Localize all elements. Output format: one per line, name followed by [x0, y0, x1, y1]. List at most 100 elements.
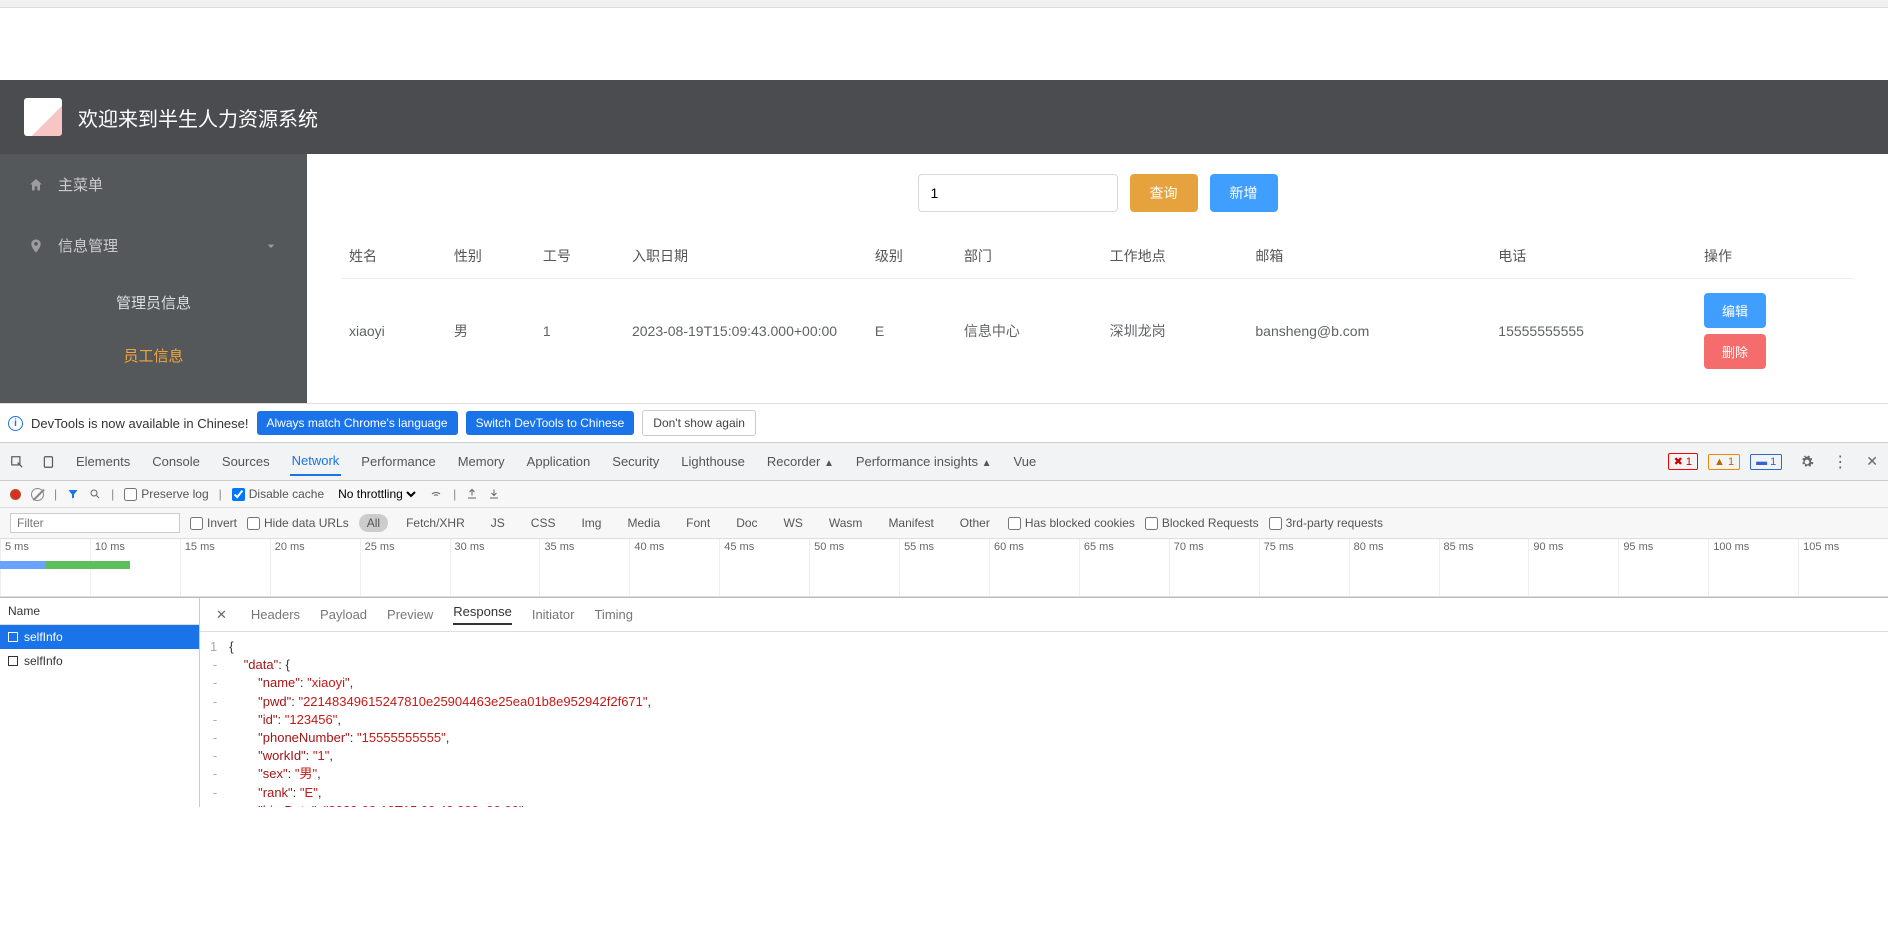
error-badge[interactable]: ✖ 1 [1668, 453, 1698, 470]
toolbar: 查询 新增 [341, 174, 1854, 212]
query-button[interactable]: 查询 [1130, 174, 1198, 212]
sidebar-sub-admin[interactable]: 管理员信息 [0, 276, 307, 329]
tick: 20 ms [270, 539, 360, 596]
download-icon[interactable] [488, 488, 500, 500]
th-email: 邮箱 [1247, 234, 1490, 279]
response-body[interactable]: 1---------- { "data": { "name": "xiaoyi"… [200, 632, 1888, 807]
upload-icon[interactable] [466, 488, 478, 500]
chip-doc[interactable]: Doc [728, 514, 765, 532]
tick: 75 ms [1259, 539, 1349, 596]
tab-preview[interactable]: Preview [387, 607, 433, 622]
tick: 65 ms [1079, 539, 1169, 596]
close-icon[interactable]: ✕ [1866, 453, 1878, 470]
chip-js[interactable]: JS [483, 514, 513, 532]
sidebar-item-main[interactable]: 主菜单 [0, 154, 307, 215]
tab-initiator[interactable]: Initiator [532, 607, 575, 622]
third-party-check[interactable]: 3rd-party requests [1269, 516, 1383, 530]
timeline-bar [0, 561, 130, 569]
tick: 55 ms [899, 539, 989, 596]
chip-fetch[interactable]: Fetch/XHR [398, 514, 473, 532]
dont-show-button[interactable]: Don't show again [642, 410, 756, 436]
blocked-req-check[interactable]: Blocked Requests [1145, 516, 1259, 530]
hide-data-urls-check[interactable]: Hide data URLs [247, 516, 349, 530]
add-button[interactable]: 新增 [1210, 174, 1278, 212]
switch-cn-button[interactable]: Switch DevTools to Chinese [466, 411, 635, 435]
gear-icon[interactable] [1800, 455, 1814, 469]
tick: 85 ms [1439, 539, 1529, 596]
th-workplace: 工作地点 [1102, 234, 1248, 279]
chip-ws[interactable]: WS [776, 514, 811, 532]
tick: 40 ms [629, 539, 719, 596]
search-icon[interactable] [89, 488, 101, 500]
tab-timing[interactable]: Timing [594, 607, 633, 622]
chip-wasm[interactable]: Wasm [821, 514, 871, 532]
tab-recorder[interactable]: Recorder ▲ [765, 448, 836, 475]
tab-security[interactable]: Security [610, 448, 661, 475]
network-timeline[interactable]: 5 ms 10 ms 15 ms 20 ms 25 ms 30 ms 35 ms… [0, 539, 1888, 597]
chip-manifest[interactable]: Manifest [880, 514, 941, 532]
chip-all[interactable]: All [359, 514, 388, 532]
search-input[interactable] [918, 174, 1118, 212]
inspect-icon[interactable] [10, 455, 24, 469]
warn-badge[interactable]: ▲ 1 [1708, 454, 1740, 470]
sidebar-sub-employee[interactable]: 员工信息 [0, 329, 307, 382]
json-code: { "data": { "name": "xiaoyi", "pwd": "22… [229, 638, 651, 801]
filter-input[interactable] [10, 513, 180, 533]
disable-cache-check[interactable]: Disable cache [232, 487, 324, 501]
main-content: 查询 新增 姓名 性别 工号 入职日期 级别 部门 工作地点 邮箱 电话 操作 … [307, 154, 1888, 403]
chip-other[interactable]: Other [952, 514, 998, 532]
tick: 60 ms [989, 539, 1079, 596]
record-icon[interactable] [10, 489, 21, 500]
wifi-icon[interactable] [429, 488, 443, 500]
tab-sources[interactable]: Sources [220, 448, 272, 475]
tab-payload[interactable]: Payload [320, 607, 367, 622]
sidebar-item-info-mgmt[interactable]: 信息管理 [0, 215, 307, 276]
always-match-button[interactable]: Always match Chrome's language [257, 411, 458, 435]
request-item[interactable]: selfInfo [0, 625, 199, 649]
th-rank: 级别 [867, 234, 956, 279]
close-icon[interactable]: ✕ [212, 607, 231, 623]
square-icon [8, 656, 18, 666]
tick: 70 ms [1169, 539, 1259, 596]
tab-perf-insights[interactable]: Performance insights ▲ [854, 448, 994, 475]
blocked-cookies-check[interactable]: Has blocked cookies [1008, 516, 1135, 530]
edit-button[interactable]: 编辑 [1704, 293, 1766, 328]
request-item[interactable]: selfInfo [0, 649, 199, 673]
cell-workplace: 深圳龙岗 [1102, 279, 1248, 384]
th-workid: 工号 [535, 234, 624, 279]
invert-check[interactable]: Invert [190, 516, 237, 530]
info-icon: i [8, 416, 23, 431]
device-icon[interactable] [42, 455, 56, 469]
tick: 50 ms [809, 539, 899, 596]
throttling-select[interactable]: No throttling [334, 486, 419, 502]
sidebar-label: 信息管理 [58, 235, 118, 256]
tab-headers[interactable]: Headers [251, 607, 300, 622]
chip-media[interactable]: Media [619, 514, 668, 532]
chip-css[interactable]: CSS [523, 514, 564, 532]
tick: 100 ms [1708, 539, 1798, 596]
tab-lighthouse[interactable]: Lighthouse [679, 448, 747, 475]
tab-performance[interactable]: Performance [359, 448, 437, 475]
sidebar-label: 主菜单 [58, 174, 103, 195]
tab-console[interactable]: Console [150, 448, 202, 475]
tab-vue[interactable]: Vue [1012, 448, 1039, 475]
clear-icon[interactable] [31, 488, 44, 501]
tab-network[interactable]: Network [290, 447, 342, 476]
employee-table: 姓名 性别 工号 入职日期 级别 部门 工作地点 邮箱 电话 操作 xiaoyi… [341, 234, 1854, 383]
delete-button[interactable]: 删除 [1704, 334, 1766, 369]
chip-img[interactable]: Img [573, 514, 609, 532]
tab-memory[interactable]: Memory [456, 448, 507, 475]
tick: 25 ms [360, 539, 450, 596]
msg-badge[interactable]: ▬ 1 [1750, 454, 1782, 470]
tab-elements[interactable]: Elements [74, 448, 132, 475]
tab-application[interactable]: Application [525, 448, 593, 475]
table-row: xiaoyi 男 1 2023-08-19T15:09:43.000+00:00… [341, 279, 1854, 384]
tab-response[interactable]: Response [453, 604, 512, 625]
preserve-log-check[interactable]: Preserve log [124, 487, 208, 501]
th-name: 姓名 [341, 234, 446, 279]
more-icon[interactable]: ⋮ [1832, 452, 1848, 472]
response-tabs: ✕ Headers Payload Preview Response Initi… [200, 598, 1888, 632]
chevron-up-icon [263, 238, 279, 254]
filter-icon[interactable] [67, 488, 79, 500]
chip-font[interactable]: Font [678, 514, 718, 532]
